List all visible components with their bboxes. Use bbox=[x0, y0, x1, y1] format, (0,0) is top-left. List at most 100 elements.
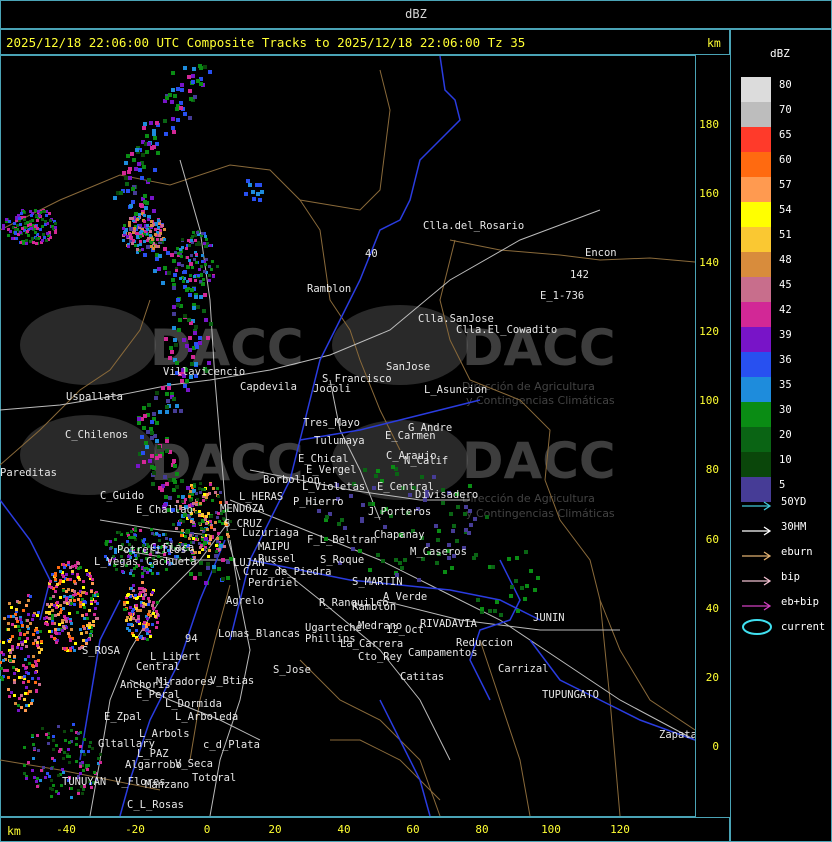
echo-pixel bbox=[146, 571, 149, 574]
echo-pixel bbox=[77, 576, 80, 579]
echo-pixel bbox=[509, 594, 513, 598]
echo-pixel bbox=[196, 305, 200, 309]
echo-pixel bbox=[69, 578, 72, 581]
legend-swatch-label: 54 bbox=[779, 204, 792, 216]
legend-swatch bbox=[741, 252, 771, 277]
echo-pixel bbox=[201, 538, 204, 541]
echo-pixel bbox=[221, 558, 225, 562]
echo-pixel bbox=[73, 580, 76, 583]
echo-pixel bbox=[188, 116, 192, 120]
echo-pixel bbox=[168, 93, 172, 97]
echo-pixel bbox=[66, 578, 69, 581]
echo-pixel bbox=[1, 678, 4, 681]
echo-pixel bbox=[158, 534, 161, 537]
echo-pixel bbox=[208, 70, 212, 74]
echo-pixel bbox=[146, 245, 150, 249]
echo-pixel bbox=[173, 338, 177, 342]
echo-pixel bbox=[211, 499, 214, 502]
echo-pixel bbox=[188, 348, 192, 352]
place-label: Jocoli bbox=[313, 383, 351, 395]
legend-swatch-label: 80 bbox=[779, 79, 792, 91]
echo-pixel bbox=[142, 597, 145, 600]
echo-pixel bbox=[166, 251, 170, 255]
echo-pixel bbox=[187, 287, 190, 290]
echo-pixel bbox=[179, 277, 182, 280]
echo-pixel bbox=[343, 526, 347, 530]
echo-pixel bbox=[395, 472, 399, 476]
echo-pixel bbox=[48, 212, 51, 215]
echo-pixel bbox=[533, 588, 537, 592]
echo-pixel bbox=[27, 672, 30, 675]
echo-pixel bbox=[41, 218, 44, 221]
echo-pixel bbox=[68, 612, 71, 615]
echo-pixel bbox=[34, 225, 37, 228]
echo-pixel bbox=[200, 527, 203, 530]
echo-pixel bbox=[82, 603, 85, 606]
echo-pixel bbox=[129, 204, 133, 208]
echo-pixel bbox=[10, 606, 13, 609]
radar-map[interactable]: DACC DACC DACC DACC Dirección de Agricul… bbox=[0, 56, 695, 816]
echo-pixel bbox=[29, 210, 32, 213]
echo-pixel bbox=[2, 227, 5, 230]
echo-pixel bbox=[57, 725, 60, 728]
echo-pixel bbox=[32, 614, 35, 617]
echo-pixel bbox=[99, 761, 102, 764]
echo-pixel bbox=[179, 519, 182, 522]
echo-pixel bbox=[171, 88, 175, 92]
echo-pixel bbox=[209, 538, 212, 541]
echo-pixel bbox=[474, 553, 478, 557]
echo-pixel bbox=[52, 784, 55, 787]
echo-pixel bbox=[147, 613, 150, 616]
echo-pixel bbox=[42, 210, 45, 213]
echo-pixel bbox=[143, 538, 146, 541]
echo-pixel bbox=[40, 648, 43, 651]
place-label: C_Chilenos bbox=[65, 429, 128, 441]
echo-pixel bbox=[164, 337, 168, 341]
echo-pixel bbox=[83, 617, 86, 620]
echo-pixel bbox=[141, 248, 144, 251]
echo-pixel bbox=[147, 142, 151, 146]
echo-pixel bbox=[172, 305, 176, 309]
echo-pixel bbox=[32, 633, 35, 636]
echo-pixel bbox=[169, 538, 172, 541]
track-legend-label: bip bbox=[781, 571, 800, 583]
echo-pixel bbox=[42, 233, 45, 236]
place-label: V_Btias bbox=[210, 675, 254, 687]
echo-pixel bbox=[54, 231, 57, 234]
x-tick: 0 bbox=[203, 823, 211, 836]
echo-pixel bbox=[57, 774, 60, 777]
echo-pixel bbox=[173, 273, 177, 277]
echo-pixel bbox=[188, 244, 191, 247]
echo-pixel bbox=[16, 224, 19, 227]
echo-pixel bbox=[168, 478, 172, 482]
echo-pixel bbox=[35, 628, 38, 631]
echo-pixel bbox=[212, 565, 216, 569]
echo-pixel bbox=[198, 510, 201, 513]
place-label: c_d_Plata bbox=[203, 739, 260, 751]
echo-pixel bbox=[150, 431, 154, 435]
echo-pixel bbox=[30, 227, 33, 230]
echo-pixel bbox=[192, 231, 195, 234]
echo-pixel bbox=[201, 254, 204, 257]
echo-pixel bbox=[105, 543, 108, 546]
echo-pixel bbox=[22, 242, 25, 245]
echo-pixel bbox=[195, 492, 198, 495]
echo-pixel bbox=[516, 609, 520, 613]
echo-pixel bbox=[31, 699, 34, 702]
echo-pixel bbox=[251, 190, 255, 194]
echo-pixel bbox=[187, 75, 191, 79]
echo-pixel bbox=[70, 628, 73, 631]
echo-pixel bbox=[210, 515, 213, 518]
echo-pixel bbox=[194, 239, 197, 242]
echo-pixel bbox=[199, 482, 202, 485]
echo-pixel bbox=[23, 633, 26, 636]
echo-pixel bbox=[56, 583, 59, 586]
echo-pixel bbox=[26, 625, 29, 628]
echo-pixel bbox=[69, 595, 72, 598]
echo-pixel bbox=[35, 242, 38, 245]
echo-pixel bbox=[80, 750, 83, 753]
x-tick: 20 bbox=[268, 823, 282, 836]
echo-pixel bbox=[441, 501, 445, 505]
echo-pixel bbox=[199, 561, 203, 565]
echo-pixel bbox=[14, 232, 17, 235]
